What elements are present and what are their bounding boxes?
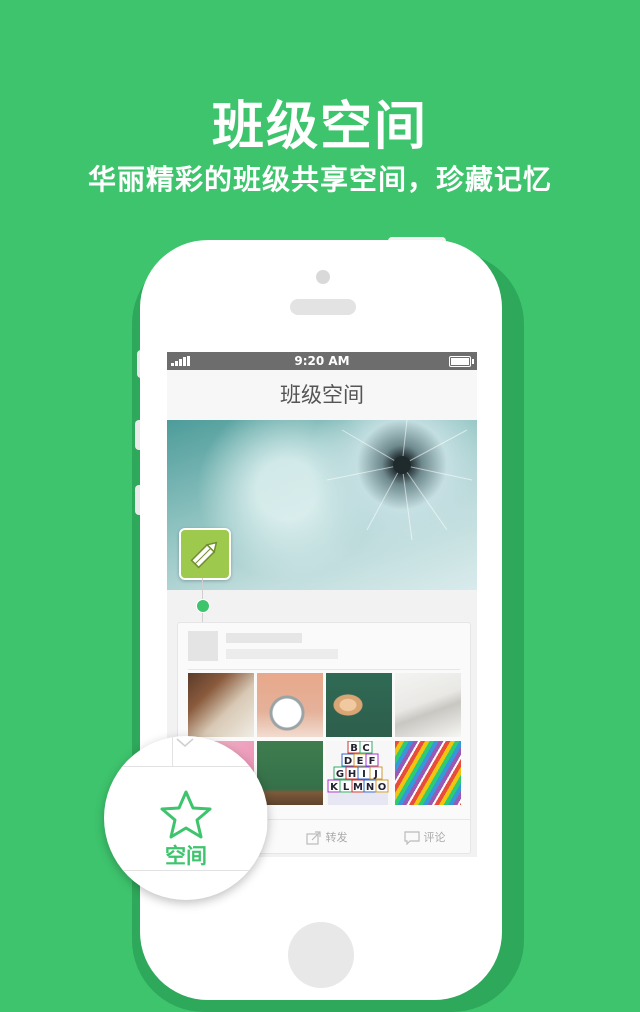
svg-text:F: F	[369, 756, 376, 767]
share-button[interactable]: 转发	[306, 829, 348, 845]
write-post-button[interactable]	[179, 528, 231, 580]
svg-text:L: L	[343, 782, 350, 793]
svg-text:J: J	[373, 769, 378, 780]
phone-home-button	[288, 922, 354, 988]
alphabet-blocks-illustration: B C D E F G H I J K L M N O	[327, 740, 389, 805]
svg-text:N: N	[366, 782, 374, 793]
svg-text:E: E	[357, 756, 364, 767]
photo-alphabet-blocks[interactable]: B C D E F G H I J K L M N O	[326, 740, 392, 805]
comment-label: 评论	[423, 831, 446, 844]
svg-text:I: I	[362, 769, 366, 780]
phone-speaker	[290, 299, 356, 315]
timeline-dot	[196, 599, 210, 613]
promo-subtitle: 华丽精彩的班级共享空间，珍藏记忆	[87, 163, 552, 196]
svg-text:M: M	[353, 782, 363, 793]
svg-text:G: G	[336, 769, 344, 780]
photo-colored-pencils[interactable]	[395, 741, 461, 805]
avatar-placeholder	[188, 631, 218, 661]
nav-title: 班级空间	[167, 370, 477, 421]
share-label: 转发	[325, 831, 348, 844]
svg-text:B: B	[350, 743, 358, 754]
name-placeholder	[226, 633, 302, 643]
date-placeholder	[226, 649, 338, 659]
divider	[188, 669, 460, 670]
magnifier-pointer-icon	[176, 738, 194, 747]
comment-icon	[404, 831, 420, 846]
svg-text:D: D	[344, 756, 352, 767]
svg-text:C: C	[362, 743, 369, 754]
status-time: 9:20 AM	[294, 354, 350, 368]
comment-button[interactable]: 评论	[404, 829, 446, 846]
tab-space[interactable]: 空间	[104, 782, 268, 872]
svg-text:K: K	[330, 782, 339, 793]
pencil-icon	[190, 541, 218, 569]
promo-title: 班级空间	[211, 97, 428, 157]
battery-icon	[449, 356, 474, 367]
magnified-card-border	[104, 766, 268, 767]
phone-camera	[316, 270, 330, 284]
svg-text:O: O	[378, 782, 387, 793]
tab-space-label: 空间	[165, 844, 207, 868]
svg-text:H: H	[348, 769, 356, 780]
magnifier-callout: 空间	[104, 736, 268, 900]
photo-students-studying[interactable]	[188, 673, 254, 737]
magnified-tab-area: 空间	[104, 736, 268, 900]
magnified-card-border	[172, 736, 173, 766]
photo-girl-chalkboard[interactable]	[326, 673, 392, 737]
status-bar: 9:20 AM	[167, 352, 477, 370]
photo-alarm-clock[interactable]	[257, 673, 323, 737]
star-icon	[160, 790, 212, 839]
photo-open-book[interactable]	[395, 673, 461, 737]
share-icon	[306, 831, 321, 845]
